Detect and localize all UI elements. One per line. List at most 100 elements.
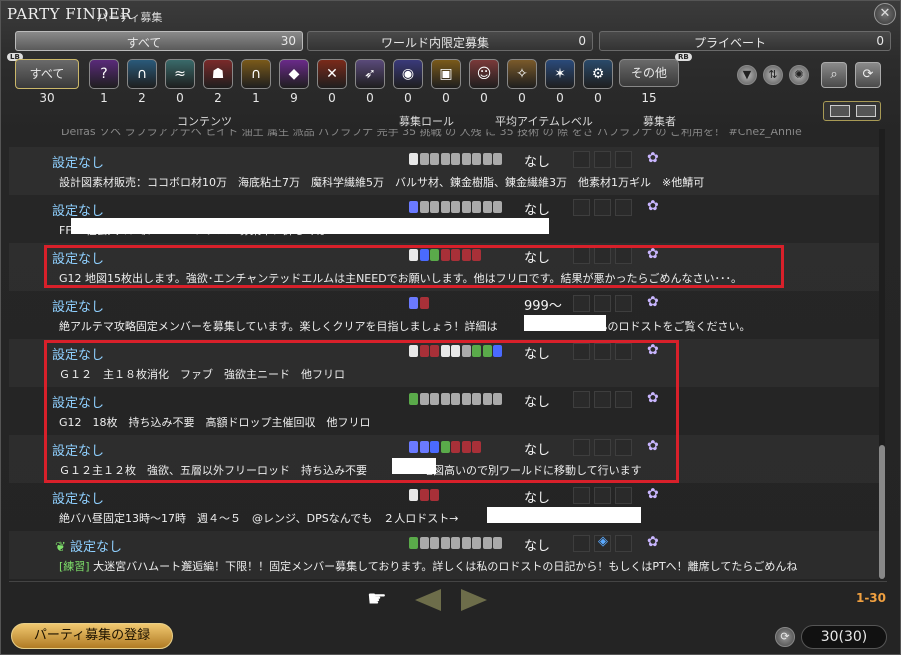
recruiter-icon[interactable]: ✿ [647, 486, 659, 502]
category-button[interactable]: ➶ [355, 59, 385, 89]
listing-title-text: 設定なし [52, 204, 105, 219]
category-other-button[interactable]: その他 [619, 59, 679, 87]
tab-all[interactable]: すべて 30 [15, 31, 303, 51]
listing-title-text: 設定なし [52, 156, 105, 171]
recruiter-icon[interactable]: ✿ [647, 294, 659, 310]
category-button[interactable]: ✶ [545, 59, 575, 89]
category-button[interactable]: ✕ [317, 59, 347, 89]
category-button[interactable]: ∩ [127, 59, 157, 89]
role-slot-icon [482, 537, 492, 549]
redaction-mask [487, 507, 641, 523]
scrollbar-thumb[interactable] [879, 445, 885, 579]
category-button[interactable]: ⚙ [583, 59, 613, 89]
sort-icon[interactable]: ⇅ [763, 65, 783, 85]
search-icon[interactable]: ⌕ [821, 62, 847, 88]
avg-item-level: 999～ [524, 299, 562, 314]
category-count: 0 [518, 91, 526, 105]
listing-description: 絶アルテマ攻略固定メンバーを募集しています。楽しくクリアを目指しましょう！詳細は… [59, 318, 750, 334]
recruiter-icon[interactable]: ✿ [647, 198, 659, 214]
role-slot-icon [419, 489, 429, 501]
role-slots [409, 201, 504, 215]
column-avg-item-level: 平均アイテムレベル [495, 115, 593, 128]
category-count: 0 [404, 91, 412, 105]
highlight-box [44, 245, 784, 288]
tab-private[interactable]: プライベート 0 [599, 31, 891, 51]
role-slot-icon [451, 153, 460, 165]
role-slot-icon [440, 153, 450, 165]
scrollbar[interactable] [879, 129, 885, 579]
category-button[interactable]: ☺ [469, 59, 499, 89]
job-slot [615, 199, 632, 216]
settings-icon[interactable]: ✺ [789, 65, 809, 85]
role-slot-icon [472, 537, 481, 549]
category-button[interactable]: ∩ [241, 59, 271, 89]
category-button[interactable]: ◆ [279, 59, 309, 89]
register-party-button[interactable]: パーティ募集の登録 [11, 623, 173, 649]
listing-title: 設定なし [52, 152, 104, 171]
pointer-hand-icon: ☛ [367, 587, 387, 612]
tab-count: 0 [578, 34, 586, 48]
category-count: 1 [100, 91, 108, 105]
job-slot [573, 151, 590, 168]
tab-count: 0 [876, 34, 884, 48]
role-slot-icon [419, 297, 429, 309]
listing-row[interactable]: ❦ 設定なし [練習] 大迷宮バハムート邂逅編！下限！！固定メンバー募集しておりま… [9, 531, 881, 579]
listing-row[interactable]: 設定なし設計図素材販売：ココボロ材10万 海底粘土7万 魔科学繊維5万 バルサ材… [9, 147, 881, 195]
role-slot-icon [419, 153, 429, 165]
role-slots [409, 537, 504, 551]
job-slot [615, 535, 632, 552]
role-slot-icon [430, 489, 439, 501]
listing-title: ❦ 設定なし [55, 536, 122, 555]
role-slot-icon [461, 201, 471, 213]
recruiter-icon[interactable]: ✿ [647, 150, 659, 166]
role-slot-icon [482, 153, 492, 165]
job-blocks [573, 151, 636, 171]
category-count: 0 [442, 91, 450, 105]
recruiter-icon[interactable]: ✿ [647, 534, 659, 550]
role-slot-icon [461, 153, 471, 165]
tab-bar: すべて 30 ワールド内限定募集 0 プライベート 0 [15, 31, 891, 53]
role-slot-icon [409, 297, 418, 309]
column-roles: 募集ロール [399, 115, 454, 128]
listing-title-text: 設定なし [52, 492, 105, 507]
category-other-count: 15 [641, 91, 657, 105]
role-slots [409, 153, 504, 167]
highlight-box [44, 340, 679, 483]
category-all-button[interactable]: すべて [15, 59, 79, 89]
listing-description-text: 大迷宮バハムート邂逅編！下限！！固定メンバー募集しております。詳しくは私のロドス… [89, 560, 798, 573]
job-slot [594, 199, 611, 216]
job-slot [594, 295, 611, 312]
role-slot-icon [430, 201, 439, 213]
refresh-icon[interactable]: ⟳ [775, 627, 795, 647]
role-slot-icon [419, 201, 429, 213]
role-slot-icon [493, 537, 502, 549]
job-blocks [573, 487, 636, 507]
sync-icon[interactable]: ⟳ [855, 62, 881, 88]
listing-title-text: 設定なし [70, 540, 123, 555]
next-page-icon[interactable] [461, 589, 487, 611]
category-button[interactable]: ◉ [393, 59, 423, 89]
listing-row[interactable]: 設定なし絶バハ昼固定13時～17時 週４～５ @レンジ、DPSなんでも ２人ロド… [9, 483, 881, 531]
category-button[interactable]: ? [89, 59, 119, 89]
category-filter-bar: すべて 30 ? 1 ∩ 2 ≈0 ☗ 2 ∩ 1 ◆ 9 ✕ 0 ➶ 0 ◉ 0 ▣ 0 ☺ 0 ✧ 0 ✶ 0 ⚙ 0 その他 … [15, 59, 679, 107]
role-slot-icon [419, 537, 429, 549]
listing-description: 設計図素材販売：ココボロ材10万 海底粘土7万 魔科学繊維5万 バルサ材、錬金樹… [59, 174, 704, 190]
category-button[interactable]: ✧ [507, 59, 537, 89]
listing-description-text: 絶バハ昼固定13時～17時 週４～５ @レンジ、DPSなんでも ２人ロドスト→ [59, 512, 459, 525]
category-count: 0 [328, 91, 336, 105]
filter-icon[interactable]: ▼ [737, 65, 757, 85]
role-slot-icon [482, 201, 492, 213]
divider [9, 581, 887, 582]
category-button[interactable]: ☗ [203, 59, 233, 89]
category-button[interactable]: ≈ [165, 59, 195, 89]
tab-label: すべて [126, 36, 162, 50]
job-slot [615, 151, 632, 168]
category-button[interactable]: ▣ [431, 59, 461, 89]
tab-world-only[interactable]: ワールド内限定募集 0 [307, 31, 593, 51]
listing-title: 設定なし [52, 200, 104, 219]
category-count: 2 [138, 91, 146, 105]
role-slot-icon [493, 201, 502, 213]
listing-row[interactable]: 設定なし 絶アルテマ攻略固定メンバーを募集しています。楽しくクリアを目指しましょう… [9, 291, 881, 339]
close-icon[interactable]: ✕ [874, 3, 896, 25]
prev-page-icon[interactable] [415, 589, 441, 611]
